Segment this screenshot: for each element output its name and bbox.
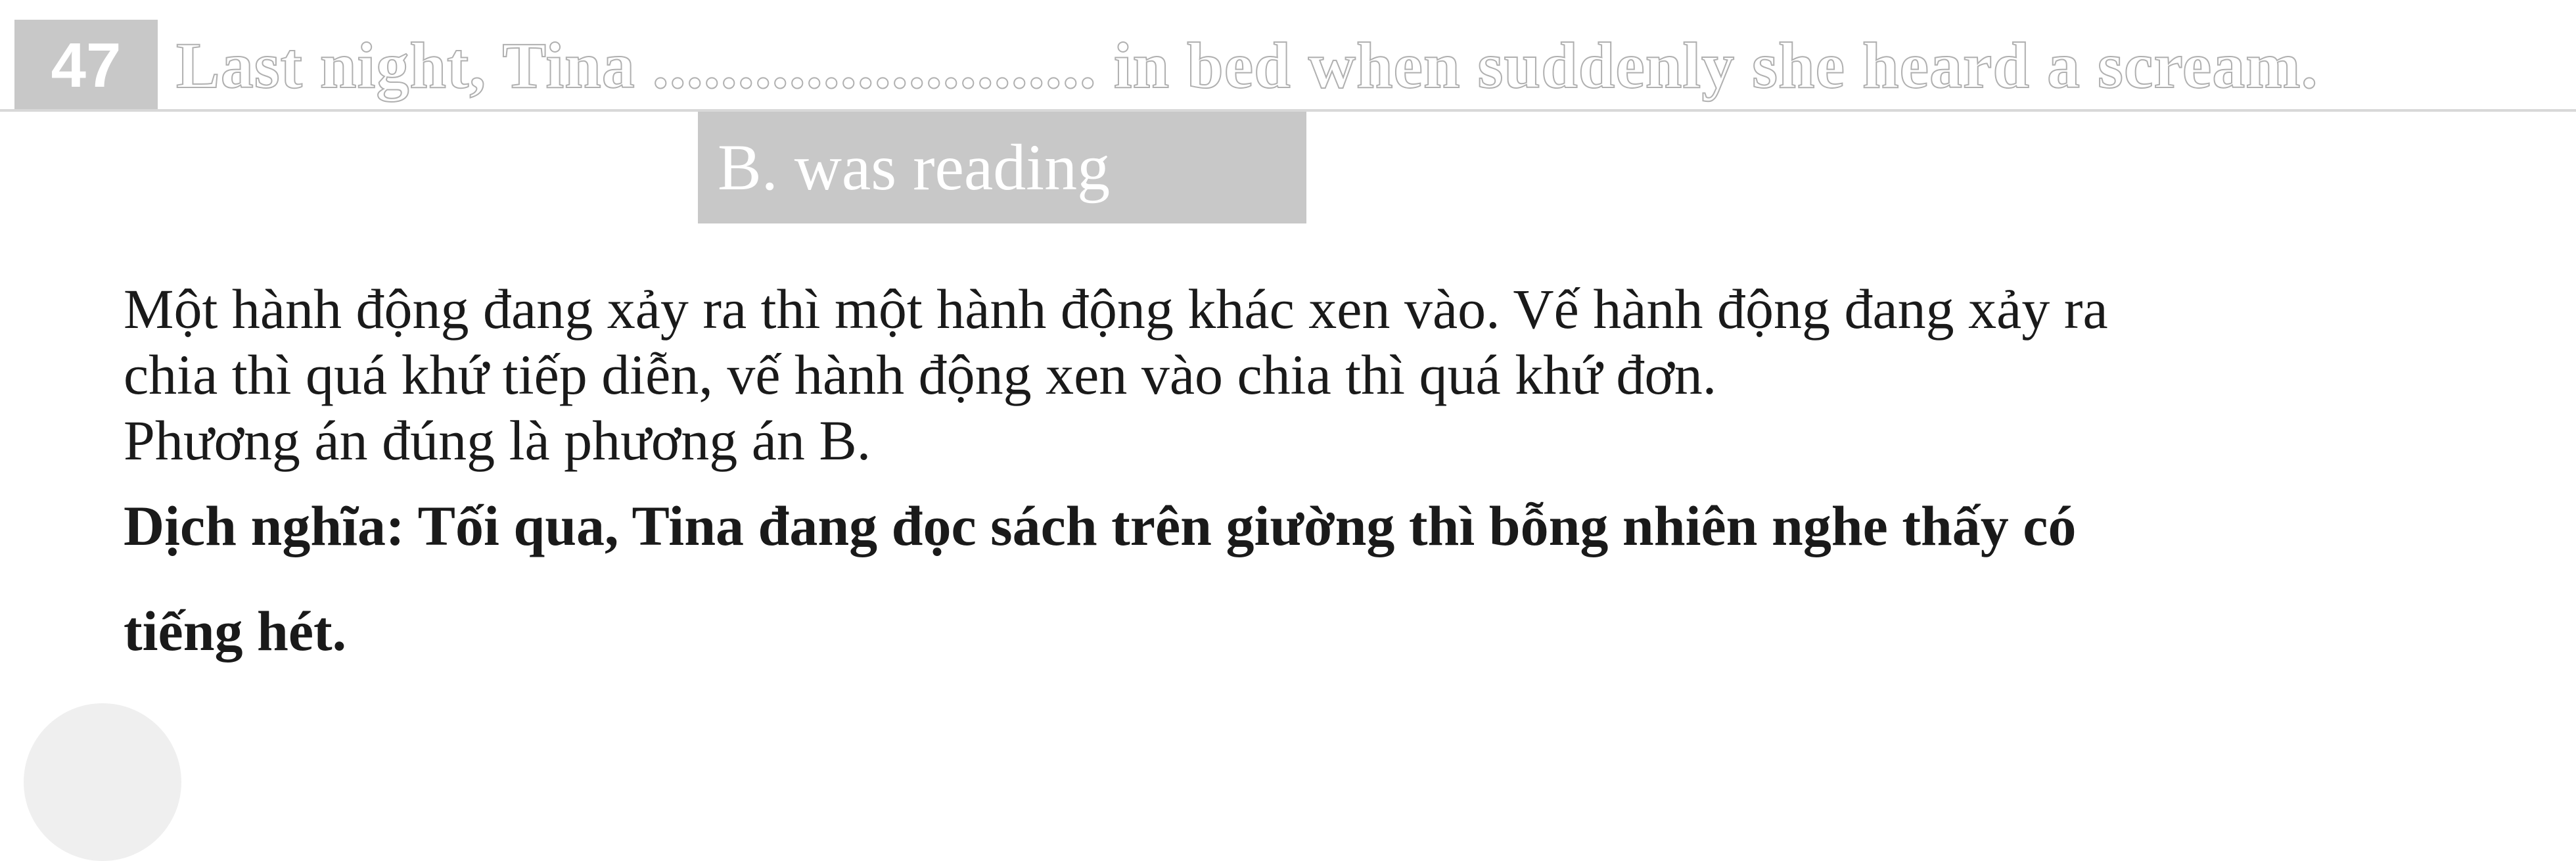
explanation-line: Phương án đúng là phương án B. [124,409,871,472]
translation-line: Dịch nghĩa: Tối qua, Tina đang đọc sách … [124,494,2077,557]
answer-box: B. was reading [698,112,1306,223]
explanation: Một hành động đang xảy ra thì một hành đ… [124,276,2568,473]
translation-line: tiếng hét. [124,599,347,663]
translation: Dịch nghĩa: Tối qua, Tina đang đọc sách … [124,473,2555,684]
question-number: 47 [14,20,158,112]
question-band: 47 Last night, Tina ....................… [0,0,2576,112]
decorative-circle [24,703,181,861]
answer-label: B. was reading [718,131,1111,204]
explanation-line: Một hành động đang xảy ra thì một hành đ… [124,277,2108,340]
question-text: Last night, Tina .......................… [175,28,2318,103]
explanation-line: chia thì quá khứ tiếp diễn, vế hành động… [124,343,1717,406]
